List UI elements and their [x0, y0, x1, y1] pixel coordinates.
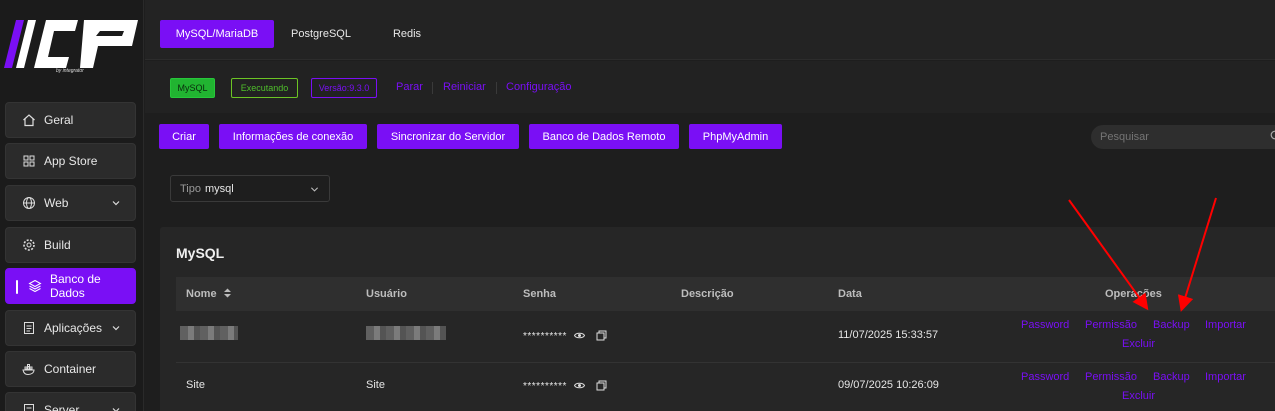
column-header-password: Senha	[523, 288, 557, 300]
sidebar-item-build[interactable]: Build	[5, 227, 136, 263]
engine-badge: MySQL	[170, 78, 215, 98]
delete-link[interactable]: Excluir	[1122, 338, 1155, 350]
sidebar-item-container[interactable]: Container	[5, 351, 136, 387]
password-value: **********	[523, 381, 567, 392]
date-value: 11/07/2025 15:33:57	[838, 329, 939, 341]
import-link[interactable]: Importar	[1205, 371, 1246, 383]
phpmyadmin-button[interactable]: PhpMyAdmin	[689, 124, 782, 149]
divider	[496, 82, 497, 94]
sidebar-item-geral[interactable]: Geral	[5, 102, 136, 138]
panel-title: MySQL	[176, 245, 225, 261]
tab-redis[interactable]: Redis	[381, 20, 433, 48]
sidebar-item-label: Container	[44, 362, 97, 376]
table-row: ********** 11/07/2025 15:33:57 Password …	[176, 311, 1275, 363]
document-icon	[22, 321, 36, 335]
sidebar-item-aplicacoes[interactable]: Aplicações	[5, 310, 136, 346]
active-indicator	[16, 280, 18, 294]
remote-database-button[interactable]: Banco de Dados Remoto	[529, 124, 679, 149]
user-value: Site	[366, 379, 385, 391]
docker-icon	[22, 362, 36, 376]
sidebar-item-label: Build	[44, 238, 71, 252]
permission-link[interactable]: Permissão	[1085, 319, 1137, 331]
copy-icon[interactable]	[596, 380, 607, 391]
stop-link[interactable]: Parar	[396, 81, 423, 93]
redacted-name	[180, 326, 238, 340]
chevron-down-icon	[112, 408, 120, 411]
sidebar-item-label: Geral	[44, 113, 74, 127]
column-header-operations: Operações	[1105, 288, 1162, 300]
status-badge: Executando	[231, 78, 298, 98]
eye-icon[interactable]	[574, 330, 585, 341]
column-header-date: Data	[838, 288, 862, 300]
search-input[interactable]	[1091, 125, 1275, 149]
connection-info-button[interactable]: Informações de conexão	[219, 124, 367, 149]
action-toolbar: Criar Informações de conexão Sincronizar…	[145, 113, 1275, 161]
document-icon	[22, 403, 36, 411]
sidebar-item-server[interactable]: Server	[5, 392, 136, 411]
password-value: **********	[523, 331, 567, 342]
sync-server-button[interactable]: Sincronizar do Servidor	[377, 124, 519, 149]
type-value: mysql	[205, 182, 234, 195]
table-row: Site Site ********** 09/07/2025 10:26:09…	[176, 363, 1275, 411]
database-panel: MySQL Nome Usuário Senha Descrição Data …	[160, 227, 1275, 411]
chevron-down-icon	[112, 201, 120, 206]
globe-icon	[22, 196, 36, 210]
config-link[interactable]: Configuração	[506, 81, 571, 93]
sort-icon	[223, 288, 231, 298]
sidebar-item-label: Web	[44, 196, 69, 210]
status-bar: MySQL Executando Versão:9.3.0 Parar Rein…	[145, 61, 1275, 113]
chevron-down-icon	[112, 326, 120, 331]
date-value: 09/07/2025 10:26:09	[838, 379, 939, 391]
restart-link[interactable]: Reiniciar	[443, 81, 486, 93]
create-button[interactable]: Criar	[159, 124, 209, 149]
table-header: Nome Usuário Senha Descrição Data Operaç…	[176, 277, 1275, 311]
password-link[interactable]: Password	[1021, 319, 1069, 331]
gear-icon	[22, 238, 36, 252]
tab-postgresql[interactable]: PostgreSQL	[283, 20, 359, 48]
sidebar-item-banco-de-dados[interactable]: Banco de Dados	[5, 268, 136, 304]
password-link[interactable]: Password	[1021, 371, 1069, 383]
sidebar: by integrator Geral App Store Web Build …	[0, 0, 144, 411]
sidebar-item-app-store[interactable]: App Store	[5, 143, 136, 179]
column-header-name[interactable]: Nome	[186, 288, 232, 300]
column-header-user: Usuário	[366, 288, 407, 300]
chevron-down-icon	[310, 187, 319, 192]
delete-link[interactable]: Excluir	[1122, 390, 1155, 402]
sidebar-item-label: Server	[44, 403, 80, 411]
permission-link[interactable]: Permissão	[1085, 371, 1137, 383]
home-icon	[22, 113, 36, 127]
tab-mysql-mariadb[interactable]: MySQL/MariaDB	[160, 20, 274, 48]
name-value: Site	[186, 379, 205, 391]
sidebar-item-label: Banco de Dados	[50, 272, 101, 300]
type-select[interactable]: Tipo mysql	[170, 175, 330, 202]
version-badge: Versão:9.3.0	[311, 78, 377, 98]
backup-link[interactable]: Backup	[1153, 319, 1190, 331]
column-header-description: Descrição	[681, 288, 734, 300]
eye-icon[interactable]	[574, 380, 585, 391]
redacted-user	[366, 326, 446, 340]
sidebar-item-label: Aplicações	[44, 321, 103, 335]
backup-link[interactable]: Backup	[1153, 371, 1190, 383]
import-link[interactable]: Importar	[1205, 319, 1246, 331]
copy-icon[interactable]	[596, 330, 607, 341]
logo-subtitle: by integrator	[56, 68, 84, 74]
database-tabs: MySQL/MariaDB PostgreSQL Redis	[145, 0, 1275, 60]
sidebar-item-web[interactable]: Web	[5, 185, 136, 221]
search-icon	[1270, 130, 1275, 140]
grid-icon	[22, 154, 36, 168]
layers-icon	[28, 279, 42, 293]
type-label: Tipo	[180, 182, 201, 195]
sidebar-item-label: App Store	[44, 154, 98, 168]
divider	[432, 82, 433, 94]
